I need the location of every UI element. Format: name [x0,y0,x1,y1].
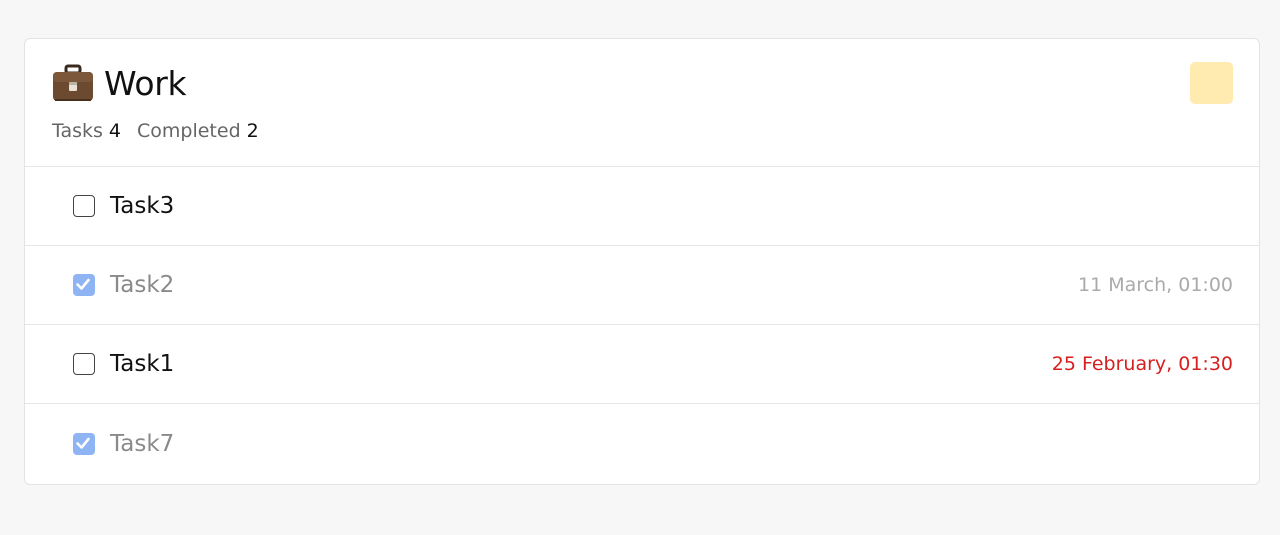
task-due-date: 11 March, 01:00 [1078,274,1233,296]
tasks-count: 4 [108,120,121,142]
task-checkbox[interactable] [73,274,95,296]
task-name: Task7 [110,430,175,457]
task-due-date: 25 February, 01:30 [1051,353,1233,375]
briefcase-icon [52,63,94,103]
checkmark-icon [76,437,91,449]
list-title: Work [104,63,187,103]
list-color-button[interactable] [1190,62,1233,104]
task-name: Task1 [110,351,175,377]
list-header: Work Tasks 4 Completed 2 [25,39,1259,167]
completed-stat: Completed 2 [137,120,259,142]
task-checkbox[interactable] [73,432,95,455]
checkmark-icon [76,279,91,291]
task-list: Task3 Task2 11 March, 01:00 Task1 25 Feb… [25,167,1259,483]
completed-count: 2 [246,120,259,142]
task-row[interactable]: Task7 [25,404,1259,483]
task-row[interactable]: Task2 11 March, 01:00 [25,246,1259,325]
tasks-stat: Tasks 4 [52,120,121,142]
title-row: Work [52,63,187,103]
list-stats: Tasks 4 Completed 2 [52,120,259,142]
task-checkbox[interactable] [73,195,95,217]
task-row[interactable]: Task3 [25,167,1259,246]
tasks-label: Tasks [52,120,103,142]
completed-label: Completed [137,120,241,142]
task-name: Task3 [110,193,175,219]
task-list-card: Work Tasks 4 Completed 2 Task3 Task2 11 Ma… [24,38,1260,485]
task-row[interactable]: Task1 25 February, 01:30 [25,325,1259,404]
task-checkbox[interactable] [73,353,95,375]
task-name: Task2 [110,272,175,298]
